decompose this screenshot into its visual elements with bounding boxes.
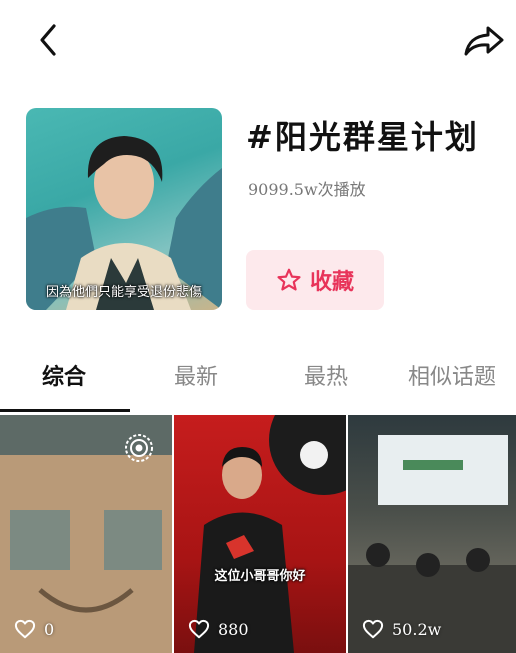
- favorite-label: 收藏: [309, 270, 354, 295]
- video-caption: 这位小哥哥你好: [214, 569, 306, 584]
- heart-outline-icon: [362, 619, 384, 639]
- share-button[interactable]: [462, 20, 506, 60]
- cover-figure-illustration: [26, 136, 222, 310]
- live-broadcast-icon: [125, 434, 153, 462]
- top-bar: [0, 0, 516, 80]
- star-outline-icon: [277, 268, 301, 291]
- heart-outline-icon: [188, 619, 210, 639]
- like-stat: 0: [14, 619, 54, 639]
- topic-cover-image[interactable]: 因為他們只能享受退份悲傷: [26, 108, 222, 310]
- video-thumbnail-illustration: [194, 415, 346, 653]
- topic-title: #阳光群星计划: [246, 118, 479, 156]
- like-count: 50.2w: [392, 619, 442, 639]
- play-count: 9099.5w次播放: [248, 180, 366, 199]
- like-count: 880: [218, 619, 249, 639]
- cover-caption: 因為他們只能享受退份悲傷: [45, 285, 202, 300]
- video-card[interactable]: 0: [0, 415, 172, 653]
- topic-header: 因為他們只能享受退份悲傷 #阳光群星计划 9099.5w次播放 收藏: [0, 100, 516, 320]
- tab-bar: 综合 最新 最热 相似话题: [0, 345, 516, 415]
- tab-comprehensive[interactable]: 综合: [42, 359, 86, 391]
- like-count: 0: [44, 619, 55, 639]
- tab-latest[interactable]: 最新: [174, 359, 218, 391]
- tab-hottest[interactable]: 最热: [304, 359, 348, 391]
- active-tab-indicator: [0, 409, 130, 412]
- video-grid: 0 这位小哥哥你好 880 50.2w: [0, 415, 516, 653]
- share-arrow-icon: [464, 26, 504, 56]
- chevron-left-icon: [40, 24, 56, 56]
- video-card[interactable]: 这位小哥哥你好 880: [174, 415, 346, 653]
- back-button[interactable]: [32, 20, 68, 60]
- like-stat: 50.2w: [362, 619, 441, 639]
- heart-outline-icon: [14, 619, 36, 639]
- video-thumbnail-illustration: [348, 435, 516, 653]
- video-card[interactable]: 50.2w: [348, 415, 516, 653]
- favorite-button[interactable]: 收藏: [246, 250, 384, 310]
- like-stat: 880: [188, 619, 249, 639]
- tab-similar-topics[interactable]: 相似话题: [408, 359, 496, 391]
